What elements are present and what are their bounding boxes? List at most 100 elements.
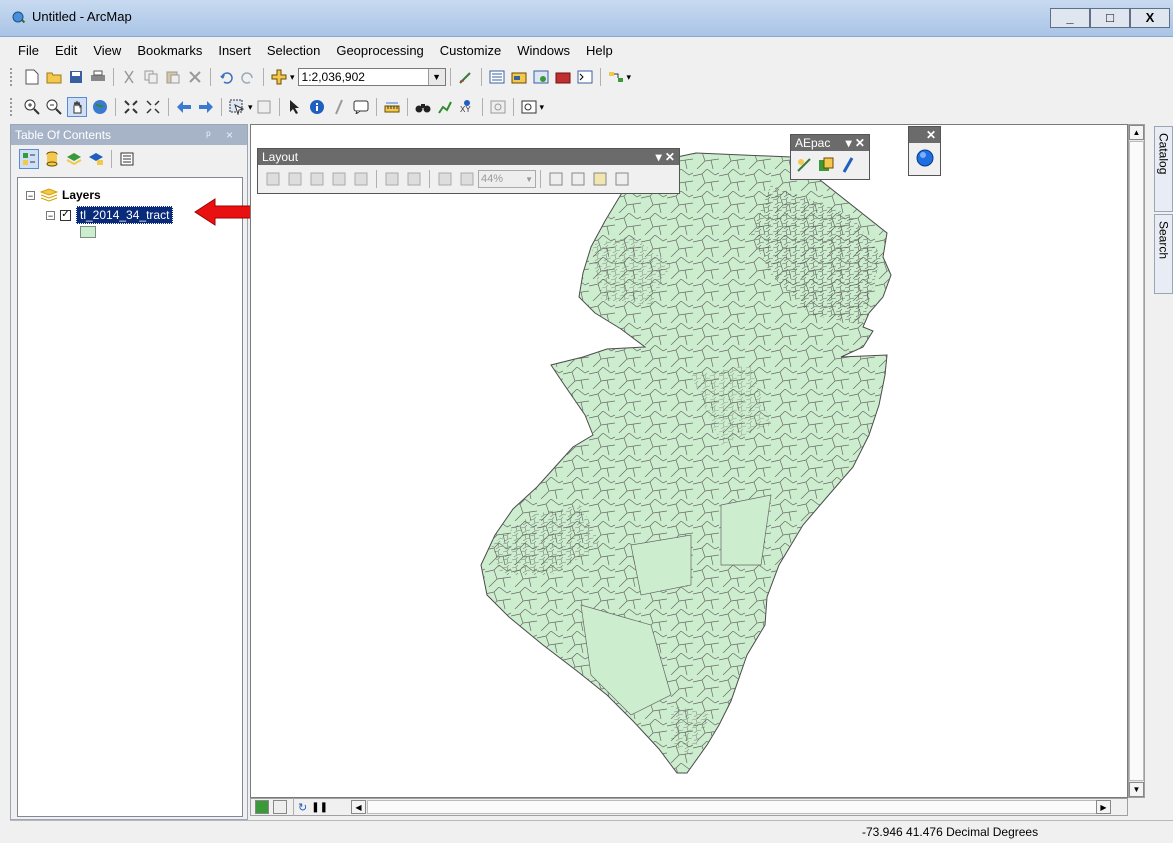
minimize-button[interactable]: _ — [1050, 8, 1090, 28]
collapse-icon[interactable]: − — [46, 210, 55, 220]
data-driven-pages-icon[interactable] — [613, 170, 631, 188]
menu-geoprocessing[interactable]: Geoprocessing — [328, 40, 431, 62]
layers-data-frame-row[interactable]: − Layers — [26, 188, 101, 202]
toolbar-overflow-icon[interactable]: ▾ — [627, 72, 632, 83]
list-by-source-icon[interactable] — [43, 150, 61, 168]
layout-toolbar-title-bar[interactable]: Layout ▾ ✕ — [258, 149, 679, 165]
editor-toolbar-icon[interactable] — [457, 68, 475, 86]
redo-icon[interactable] — [239, 68, 257, 86]
back-icon[interactable] — [175, 98, 193, 116]
new-document-icon[interactable] — [23, 68, 41, 86]
open-folder-icon[interactable] — [45, 68, 63, 86]
modelbuilder-icon[interactable] — [607, 68, 625, 86]
menu-windows[interactable]: Windows — [509, 40, 578, 62]
hyperlink-icon[interactable] — [330, 98, 348, 116]
horizontal-scroll-thumb[interactable] — [367, 800, 1097, 814]
map-scale-combobox[interactable]: 1:2,036,902 ▼ — [297, 68, 446, 86]
scroll-left-icon[interactable]: ◀ — [351, 800, 366, 814]
create-viewer-icon[interactable] — [520, 98, 538, 116]
scroll-right-icon[interactable]: ▶ — [1096, 800, 1111, 814]
zoom-100-percent-icon[interactable] — [352, 170, 370, 188]
layer-symbol-swatch[interactable] — [80, 226, 96, 238]
layer-visibility-checkbox[interactable]: ✓ — [60, 209, 71, 221]
catalog-dock-tab[interactable]: Catalog — [1154, 126, 1173, 212]
layout-view-icon[interactable] — [273, 800, 287, 814]
save-icon[interactable] — [67, 68, 85, 86]
menu-edit[interactable]: Edit — [47, 40, 85, 62]
change-layout-icon[interactable] — [591, 170, 609, 188]
layer-row[interactable]: − ✓ tl_2014_34_tract — [46, 206, 174, 224]
fixed-zoom-out-page-icon[interactable] — [405, 170, 423, 188]
toc-pin-close-controls[interactable]: ᵖ × — [206, 125, 247, 145]
forward-icon[interactable] — [197, 98, 215, 116]
paste-icon[interactable] — [164, 68, 182, 86]
find-route-icon[interactable] — [436, 98, 454, 116]
list-by-drawing-order-icon[interactable] — [19, 149, 39, 169]
map-horizontal-scrollbar[interactable]: ◀ ▶ — [351, 800, 1111, 814]
catalog-window-icon[interactable] — [510, 68, 528, 86]
menu-customize[interactable]: Customize — [432, 40, 509, 62]
vertical-scroll-thumb[interactable] — [1129, 141, 1144, 781]
data-view-icon[interactable] — [255, 800, 269, 814]
table-of-contents-icon[interactable] — [488, 68, 506, 86]
fixed-zoom-in-icon[interactable] — [122, 98, 140, 116]
aepac-tool-1-icon[interactable] — [795, 156, 813, 174]
maximize-button[interactable]: □ — [1090, 8, 1130, 28]
zoom-out-page-icon[interactable] — [286, 170, 304, 188]
previous-extent-page-icon[interactable] — [436, 170, 454, 188]
identify-icon[interactable] — [308, 98, 326, 116]
html-popup-icon[interactable] — [352, 98, 370, 116]
scroll-up-icon[interactable]: ▲ — [1129, 125, 1144, 140]
copy-icon[interactable] — [142, 68, 160, 86]
cut-icon[interactable] — [120, 68, 138, 86]
delete-icon[interactable] — [186, 68, 204, 86]
arctoolbox-icon[interactable] — [554, 68, 572, 86]
clear-selection-icon[interactable] — [255, 98, 273, 116]
menu-view[interactable]: View — [85, 40, 129, 62]
close-icon[interactable]: ▾ ✕ — [846, 135, 869, 151]
pan-page-icon[interactable] — [308, 170, 326, 188]
zoom-whole-page-icon[interactable] — [330, 170, 348, 188]
menu-file[interactable]: File — [10, 40, 47, 62]
aepac-toolbar-title-bar[interactable]: AEpac ▾ ✕ — [791, 135, 869, 151]
list-by-selection-icon[interactable] — [87, 150, 105, 168]
focus-data-frame-icon[interactable] — [569, 170, 587, 188]
find-icon[interactable] — [414, 98, 432, 116]
chevron-down-icon[interactable]: ▼ — [525, 175, 535, 184]
new-jersey-census-tracts[interactable] — [480, 152, 892, 774]
layer-name[interactable]: tl_2014_34_tract — [76, 206, 174, 224]
add-data-icon[interactable] — [270, 68, 288, 86]
dropdown-arrow-icon[interactable]: ▾ — [248, 102, 253, 113]
chevron-down-icon[interactable]: ▼ — [427, 69, 445, 85]
menu-bookmarks[interactable]: Bookmarks — [129, 40, 210, 62]
aepac-tool-2-icon[interactable] — [817, 156, 835, 174]
close-button[interactable]: X — [1130, 8, 1170, 28]
goto-xy-icon[interactable]: XY — [458, 98, 476, 116]
select-features-icon[interactable] — [228, 98, 246, 116]
python-window-icon[interactable] — [576, 68, 594, 86]
map-vertical-scrollbar[interactable]: ▲ ▼ — [1128, 124, 1145, 798]
undo-icon[interactable] — [217, 68, 235, 86]
pause-drawing-icon[interactable]: ❚❚ — [311, 802, 328, 813]
close-icon[interactable]: ▾ ✕ — [656, 149, 679, 165]
toolbar-grip[interactable] — [10, 98, 15, 116]
collapse-icon[interactable]: − — [26, 190, 35, 200]
small-toolbar-title-bar[interactable]: ✕ — [909, 127, 940, 143]
zoom-in-page-icon[interactable] — [264, 170, 282, 188]
next-extent-page-icon[interactable] — [458, 170, 476, 188]
zoom-in-icon[interactable] — [23, 98, 41, 116]
dropdown-arrow-icon[interactable]: ▾ — [290, 72, 295, 83]
pan-icon[interactable] — [67, 97, 87, 117]
map-canvas[interactable] — [251, 125, 1127, 797]
menu-selection[interactable]: Selection — [259, 40, 328, 62]
refresh-view-icon[interactable]: ↻ — [298, 801, 307, 814]
measure-icon[interactable] — [383, 98, 401, 116]
menu-insert[interactable]: Insert — [210, 40, 259, 62]
zoom-out-icon[interactable] — [45, 98, 63, 116]
toolbar-overflow-icon[interactable]: ▾ — [540, 102, 545, 113]
time-slider-icon[interactable] — [489, 98, 507, 116]
fixed-zoom-out-icon[interactable] — [144, 98, 162, 116]
layout-zoom-combobox[interactable]: 44% ▼ — [478, 170, 536, 188]
menu-help[interactable]: Help — [578, 40, 621, 62]
toggle-draft-mode-icon[interactable] — [547, 170, 565, 188]
